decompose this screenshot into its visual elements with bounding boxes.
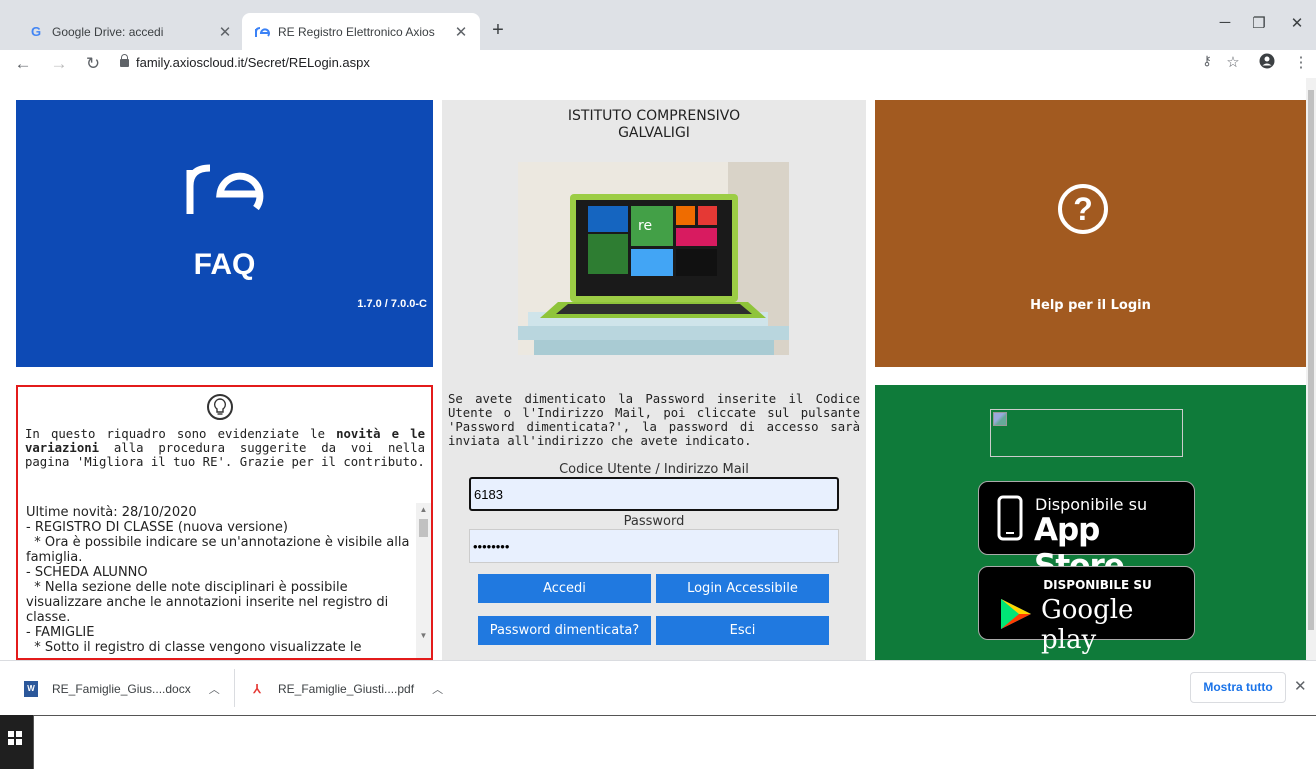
school-name-line1: ISTITUTO COMPRENSIVO bbox=[567, 108, 741, 124]
show-all-button[interactable]: Mostra tutto bbox=[1190, 672, 1286, 703]
user-code-label: Codice Utente / Indirizzo Mail bbox=[559, 462, 749, 477]
faq-label: FAQ bbox=[193, 248, 256, 281]
divider bbox=[234, 669, 235, 707]
menu-icon[interactable]: ⋮ bbox=[1290, 53, 1312, 71]
download-item-pdf[interactable]: ⅄ RE_Famiglie_Giusti....pdf ︿ bbox=[250, 661, 443, 716]
close-window-icon[interactable]: ✕ bbox=[1282, 14, 1312, 32]
news-intro-text: In questo riquadro sono evidenziate le bbox=[25, 427, 337, 441]
faq-tile[interactable]: FAQ 1.7.0 / 7.0.0-C bbox=[16, 100, 433, 367]
google-play-small-text: DISPONIBILE SU bbox=[1043, 578, 1152, 592]
forward-icon[interactable]: → bbox=[48, 53, 70, 75]
news-body: Ultime novità: 28/10/2020 - REGISTRO DI … bbox=[26, 505, 410, 655]
close-tab-icon[interactable]: ✕ bbox=[214, 23, 236, 41]
windows-start-icon[interactable] bbox=[8, 731, 22, 745]
scroll-up-icon[interactable]: ▲ bbox=[416, 503, 431, 517]
google-g-icon: G bbox=[30, 24, 42, 39]
news-intro: In questo riquadro sono evidenziate le n… bbox=[25, 427, 425, 469]
tab-google-drive[interactable]: G Google Drive: accedi ✕ bbox=[16, 13, 244, 50]
password-recovery-info: Se avete dimenticato la Password inserit… bbox=[448, 392, 860, 448]
minimize-icon[interactable]: ─ bbox=[1210, 14, 1240, 31]
profile-icon[interactable] bbox=[1256, 53, 1278, 73]
login-panel: ISTITUTO COMPRENSIVO GALVALIGI re Se ave… bbox=[442, 100, 866, 660]
password-input[interactable] bbox=[469, 529, 839, 563]
lock-icon[interactable] bbox=[120, 54, 129, 67]
accessible-login-button[interactable]: Login Accessibile bbox=[656, 574, 829, 603]
address-bar[interactable]: family.axioscloud.it/Secret/RELogin.aspx bbox=[136, 55, 370, 70]
re-logo bbox=[182, 148, 266, 235]
google-play-icon bbox=[1001, 599, 1031, 629]
help-login-tile[interactable]: ? Help per il Login bbox=[875, 100, 1306, 367]
reload-icon[interactable]: ↻ bbox=[82, 53, 104, 75]
close-shelf-icon[interactable]: ✕ bbox=[1294, 677, 1307, 695]
download-item-docx[interactable]: W RE_Famiglie_Gius....docx ︿ bbox=[24, 661, 220, 716]
browser-toolbar: ← → ↻ family.axioscloud.it/Secret/RELogi… bbox=[0, 50, 1316, 78]
tab-title: Google Drive: accedi bbox=[52, 24, 164, 39]
page-scrollbar[interactable] bbox=[1306, 78, 1316, 660]
download-filename: RE_Famiglie_Gius....docx bbox=[52, 681, 191, 696]
news-scrollbar[interactable]: ▲ ▼ bbox=[416, 503, 431, 658]
overlay-panel bbox=[33, 715, 1316, 769]
help-login-label: Help per il Login bbox=[1030, 298, 1151, 313]
google-play-badge[interactable]: DISPONIBILE SU Google play bbox=[978, 566, 1195, 655]
exit-button[interactable]: Esci bbox=[656, 616, 829, 645]
page-content: FAQ 1.7.0 / 7.0.0-C ISTITUTO COMPRENSIVO… bbox=[0, 78, 1316, 660]
password-label: Password bbox=[623, 514, 685, 529]
broken-image-icon bbox=[990, 409, 1183, 457]
new-tab-button[interactable]: + bbox=[486, 18, 510, 42]
back-icon[interactable]: ← bbox=[12, 53, 34, 75]
restore-icon[interactable]: ❐ bbox=[1244, 14, 1274, 32]
user-code-input[interactable] bbox=[469, 477, 839, 511]
version-label: 1.7.0 / 7.0.0-C bbox=[357, 298, 427, 310]
chevron-up-icon[interactable]: ︿ bbox=[209, 681, 220, 697]
forgot-password-button[interactable]: Password dimenticata? bbox=[478, 616, 651, 645]
school-name: ISTITUTO COMPRENSIVO GALVALIGI bbox=[442, 108, 866, 142]
scroll-down-icon[interactable]: ▼ bbox=[416, 629, 431, 643]
svg-text:re: re bbox=[638, 218, 652, 234]
news-box: In questo riquadro sono evidenziate le n… bbox=[16, 385, 433, 660]
word-doc-icon: W bbox=[24, 680, 38, 697]
pdf-icon: ⅄ bbox=[250, 680, 264, 697]
close-tab-icon[interactable]: ✕ bbox=[450, 23, 472, 41]
laptop-illustration: re bbox=[518, 162, 789, 355]
google-play-big-text: Google play bbox=[1041, 595, 1134, 655]
login-button[interactable]: Accedi bbox=[478, 574, 651, 603]
lightbulb-icon bbox=[207, 394, 233, 420]
app-store-badge[interactable]: Disponibile su App Store bbox=[978, 481, 1195, 584]
tab-title: RE Registro Elettronico Axios bbox=[278, 24, 435, 39]
apps-tile: Disponibile su App Store DISPONIBILE SU … bbox=[875, 385, 1306, 660]
news-scroll-area[interactable]: Ultime novità: 28/10/2020 - REGISTRO DI … bbox=[24, 503, 431, 658]
download-shelf: W RE_Famiglie_Gius....docx ︿ ⅄ RE_Famigl… bbox=[0, 660, 1316, 715]
tab-registro-elettronico[interactable]: RE Registro Elettronico Axios ✕ bbox=[242, 13, 480, 50]
browser-tab-bar: G Google Drive: accedi ✕ RE Registro Ele… bbox=[0, 0, 1316, 50]
key-icon[interactable]: ⚷ bbox=[1196, 53, 1218, 69]
chevron-up-icon[interactable]: ︿ bbox=[432, 681, 443, 697]
star-icon[interactable]: ☆ bbox=[1222, 53, 1244, 71]
question-icon: ? bbox=[1058, 184, 1108, 234]
scrollbar-thumb[interactable] bbox=[419, 519, 428, 537]
download-filename: RE_Famiglie_Giusti....pdf bbox=[278, 681, 415, 696]
re-icon bbox=[254, 24, 270, 40]
school-name-line2: GALVALIGI bbox=[618, 125, 690, 141]
page-scrollbar-thumb[interactable] bbox=[1308, 90, 1314, 630]
